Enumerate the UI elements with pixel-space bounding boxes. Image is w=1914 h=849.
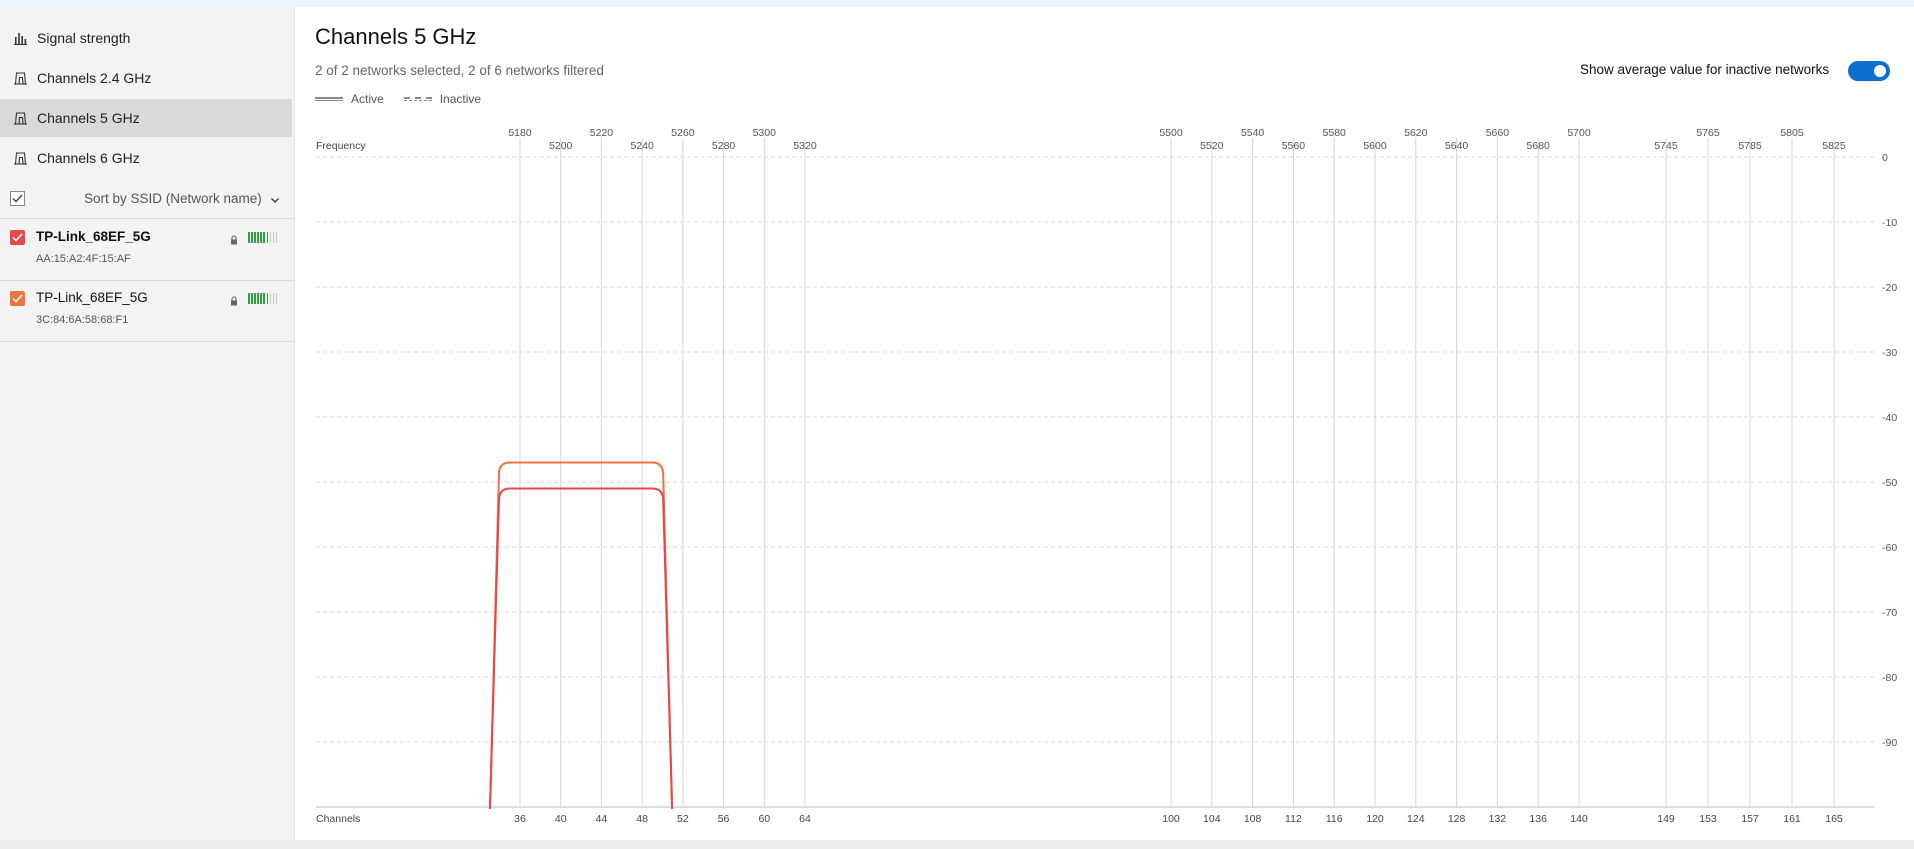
- y-tick-label: -40: [1882, 412, 1897, 424]
- frequency-tick-label: 5560: [1282, 140, 1306, 152]
- frequency-tick-label: 5540: [1241, 127, 1265, 139]
- frequency-tick-label: 5620: [1404, 127, 1428, 139]
- channel-tick-label: 56: [718, 813, 730, 825]
- channel-tick-label: 52: [677, 813, 689, 825]
- y-tick-label: -10: [1882, 217, 1897, 229]
- channel-tick-label: 108: [1244, 813, 1262, 825]
- frequency-tick-label: 5520: [1200, 140, 1224, 152]
- channel-axis-label: Channels: [316, 813, 360, 825]
- channel-tick-label: 153: [1699, 813, 1717, 825]
- channel-tick-label: 140: [1570, 813, 1588, 825]
- frequency-tick-label: 5200: [549, 140, 573, 152]
- frequency-tick-label: 5640: [1445, 140, 1469, 152]
- y-tick-label: -90: [1882, 737, 1897, 749]
- frequency-tick-label: 5320: [793, 140, 817, 152]
- frequency-tick-label: 5240: [630, 140, 654, 152]
- channel-tick-label: 120: [1366, 813, 1384, 825]
- channel-tick-label: 60: [758, 813, 770, 825]
- y-tick-label: 0: [1882, 152, 1888, 164]
- channel-tick-label: 100: [1162, 813, 1180, 825]
- channel-tick-label: 161: [1783, 813, 1801, 825]
- frequency-tick-label: 5260: [671, 127, 695, 139]
- channel-tick-label: 132: [1489, 813, 1507, 825]
- channel-tick-label: 112: [1285, 813, 1302, 825]
- frequency-axis-label: Frequency: [316, 140, 366, 152]
- network-curve-1: [489, 487, 674, 810]
- frequency-tick-label: 5580: [1323, 127, 1347, 139]
- frequency-tick-label: 5220: [590, 127, 614, 139]
- frequency-tick-label: 5600: [1363, 140, 1387, 152]
- channel-tick-label: 165: [1825, 813, 1843, 825]
- channel-tick-label: 149: [1657, 813, 1675, 825]
- channel-tick-label: 136: [1529, 813, 1547, 825]
- y-tick-label: -20: [1882, 282, 1897, 294]
- channel-tick-label: 157: [1741, 813, 1759, 825]
- frequency-tick-label: 5700: [1567, 127, 1591, 139]
- channel-tick-label: 44: [596, 813, 608, 825]
- frequency-tick-label: 5680: [1527, 140, 1551, 152]
- channel-tick-label: 128: [1448, 813, 1466, 825]
- channel-tick-label: 40: [555, 813, 567, 825]
- frequency-tick-label: 5745: [1654, 140, 1678, 152]
- channel-tick-label: 124: [1407, 813, 1425, 825]
- channel-tick-label: 48: [636, 813, 648, 825]
- frequency-tick-label: 5660: [1486, 127, 1510, 139]
- window-bottom-strip: [0, 840, 1914, 849]
- frequency-tick-label: 5805: [1780, 127, 1804, 139]
- y-tick-label: -80: [1882, 672, 1897, 684]
- channel-tick-label: 116: [1326, 813, 1343, 825]
- frequency-tick-label: 5180: [508, 127, 532, 139]
- channel-tick-label: 64: [799, 813, 811, 825]
- y-tick-label: -70: [1882, 607, 1897, 619]
- channel-tick-label: 104: [1203, 813, 1221, 825]
- y-tick-label: -60: [1882, 542, 1897, 554]
- channel-tick-label: 36: [514, 813, 526, 825]
- network-curve-0: [489, 461, 674, 810]
- frequency-tick-label: 5280: [712, 140, 736, 152]
- y-tick-label: -50: [1882, 477, 1897, 489]
- frequency-tick-label: 5825: [1822, 140, 1846, 152]
- y-tick-label: -30: [1882, 347, 1897, 359]
- frequency-tick-label: 5785: [1738, 140, 1762, 152]
- channel-chart: 0 -10 -20 -30 -40 -50 -60 -70 -80 -90 36 5180 40 5200…: [316, 127, 1897, 825]
- frequency-tick-label: 5500: [1159, 127, 1183, 139]
- frequency-tick-label: 5300: [753, 127, 777, 139]
- frequency-tick-label: 5765: [1696, 127, 1720, 139]
